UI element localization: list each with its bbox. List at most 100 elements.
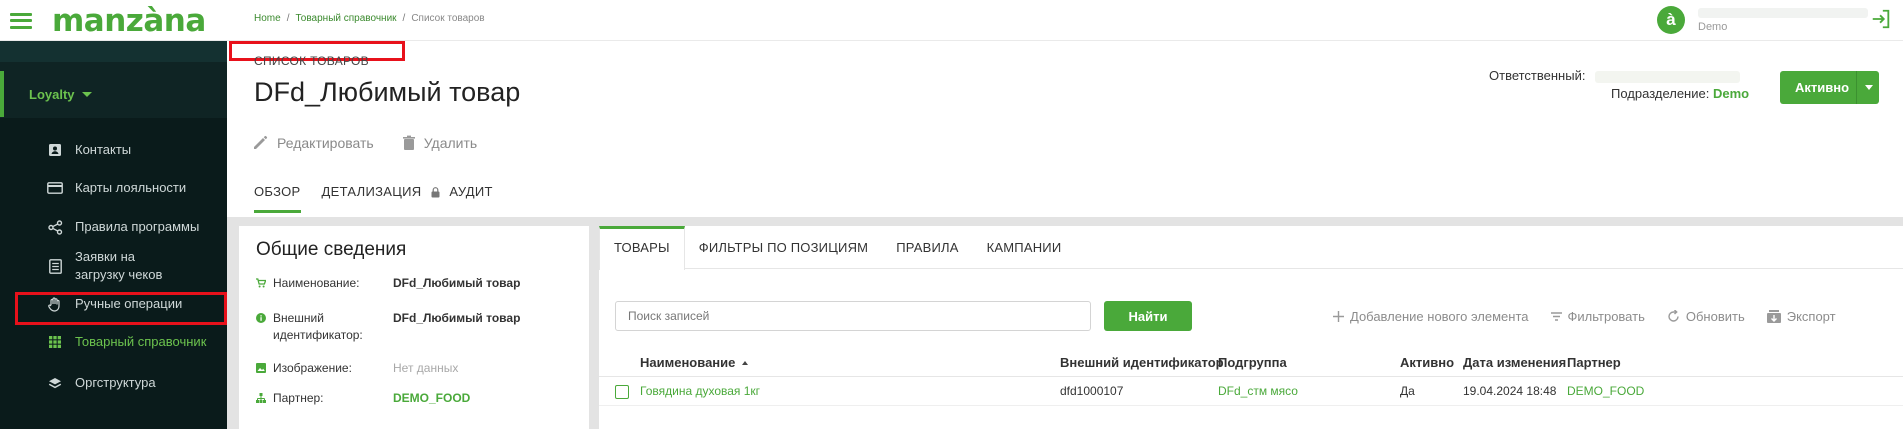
general-info-title: Общие сведения [256,239,407,260]
tab-goods[interactable]: ТОВАРЫ [599,226,685,270]
add-element-button[interactable]: Добавление нового элемента [1333,309,1529,324]
sidebar-item-product-catalog[interactable]: Товарный справочник [0,331,227,353]
tab-campaigns[interactable]: КАМПАНИИ [973,226,1076,269]
info-label-text: Наименование: [273,276,360,290]
col-header-external-id[interactable]: Внешний идентификатор [1060,348,1224,377]
app-logo[interactable]: manzàna [52,3,206,39]
user-name-redacted [1698,7,1868,18]
cell-modified: 19.04.2024 18:48 [1463,384,1557,398]
col-header-active[interactable]: Активно [1400,348,1454,377]
status-button-label: Активно [1795,80,1850,95]
find-button[interactable]: Найти [1104,301,1192,331]
sidebar: Loyalty Контакты Карты лояльности Правил… [0,41,227,429]
col-header-partner[interactable]: Партнер [1567,348,1621,377]
page-title: DFd_Любимый товар [254,77,521,107]
info-row-partner: Партнер: DEMO_FOOD [256,390,470,407]
filter-label: Фильтровать [1567,309,1645,324]
avatar[interactable]: à [1657,6,1685,34]
search-input[interactable] [615,301,1091,331]
logout-icon[interactable] [1870,8,1892,30]
content-area: Общие сведения Наименование: DFd_Любимый… [227,217,1903,429]
info-value: DFd_Любимый товар [393,276,521,290]
image-icon [256,363,266,373]
top-bar: manzàna Home / Товарный справочник / Спи… [0,0,1903,41]
status-button[interactable]: Активно [1780,71,1879,104]
sidebar-item-loyalty-cards[interactable]: Карты лояльности [0,177,227,199]
edit-button-label: Редактировать [277,134,374,151]
cell-external-id: dfd1000107 [1060,384,1124,398]
info-value: Нет данных [393,361,459,375]
breadcrumb-home[interactable]: Home [254,13,281,24]
record-actions: Редактировать Удалить [252,134,477,151]
org-tree-icon [256,393,266,403]
col-header-modified[interactable]: Дата изменения [1463,348,1566,377]
status-button-divider [1856,71,1857,104]
cell-subgroup[interactable]: DFd_стм мясо [1218,377,1298,406]
logo-area: manzàna [0,0,227,41]
grid-icon [47,334,63,350]
info-row-name: Наименование: DFd_Любимый товар [256,275,520,292]
tab-position-filters[interactable]: ФИЛЬТРЫ ПО ПОЗИЦИЯМ [685,226,882,269]
sidebar-item-receipt-uploads[interactable]: Заявки на загрузку чеков [0,246,227,286]
hamburger-menu-icon[interactable] [10,12,32,29]
responsible-label: Ответственный: [1489,68,1586,83]
caret-down-icon [81,91,92,97]
caret-down-icon[interactable] [1865,85,1873,90]
tab-rules[interactable]: ПРАВИЛА [882,226,972,269]
items-tabs: ТОВАРЫ ФИЛЬТРЫ ПО ПОЗИЦИЯМ ПРАВИЛА КАМПА… [599,226,1903,270]
department: Подразделение: Demo [1611,86,1749,101]
info-value: DFd_Любимый товар [393,311,521,325]
breadcrumb: Home / Товарный справочник / Список това… [254,13,485,24]
sidebar-item-org-structure[interactable]: Оргструктура [0,372,227,394]
contact-card-icon [47,142,63,158]
sidebar-item-program-rules[interactable]: Правила программы [0,216,227,238]
pencil-icon [254,135,268,149]
receipt-icon [47,258,63,274]
sidebar-section-loyalty[interactable]: Loyalty [0,71,227,117]
cell-active: Да [1400,384,1415,398]
info-row-external-id: Внешний идентификатор: DFd_Любимый товар [256,310,520,344]
cell-partner[interactable]: DEMO_FOOD [1567,377,1644,406]
breadcrumb-separator: / [402,13,406,24]
export-label: Экспорт [1786,309,1836,324]
department-value[interactable]: Demo [1713,86,1749,101]
tab-details[interactable]: ДЕТАЛИЗАЦИЯ [322,184,441,213]
partner-link[interactable]: DEMO_FOOD [393,390,470,407]
sidebar-item-label: Правила программы [75,219,200,234]
refresh-button[interactable]: Обновить [1667,309,1745,324]
cell-name[interactable]: Говядина духовая 1кг [640,377,760,406]
export-icon [1766,310,1781,323]
edit-button[interactable]: Редактировать [252,134,374,151]
col-header-subgroup[interactable]: Подгруппа [1218,348,1287,377]
filter-icon [1550,312,1562,321]
export-button[interactable]: Экспорт [1766,309,1836,324]
plus-icon [1333,311,1344,322]
sidebar-nav: Контакты Карты лояльности Правила програ… [0,118,227,429]
filter-button[interactable]: Фильтровать [1550,309,1645,324]
tab-audit[interactable]: АУДИТ [449,184,492,213]
info-label-text: Внешний идентификатор: [273,311,363,342]
table-row: Говядина духовая 1кг dfd1000107 DFd_стм … [599,377,1903,406]
sidebar-item-contacts[interactable]: Контакты [0,139,227,161]
tab-overview[interactable]: ОБЗОР [254,184,301,213]
general-info-card: Общие сведения Наименование: DFd_Любимый… [239,226,589,429]
breadcrumb-current: Список товаров [411,13,485,24]
user-info: Demo [1698,7,1868,33]
table-header: Наименование Внешний идентификатор Подгр… [599,348,1903,377]
trash-icon [402,135,415,150]
responsible-value-redacted[interactable] [1595,71,1741,83]
row-checkbox[interactable] [615,385,629,399]
table-toolbar: Добавление нового элемента Фильтровать О… [1333,309,1836,324]
col-header-label: Наименование [640,355,736,370]
delete-button[interactable]: Удалить [402,134,477,151]
breadcrumb-catalog[interactable]: Товарный справочник [295,13,396,24]
info-label: Партнер: [256,390,393,407]
sidebar-item-manual-operations[interactable]: Ручные операции [0,293,227,315]
lock-icon [431,187,440,198]
items-panel: ТОВАРЫ ФИЛЬТРЫ ПО ПОЗИЦИЯМ ПРАВИЛА КАМПА… [599,226,1903,429]
sidebar-item-label: Товарный справочник [75,334,207,349]
user-menu[interactable]: à Demo [1657,6,1868,34]
page-type: СПИСОК ТОВАРОВ [254,54,369,68]
col-header-name[interactable]: Наименование [640,348,749,377]
sidebar-item-label: Оргструктура [75,375,156,390]
